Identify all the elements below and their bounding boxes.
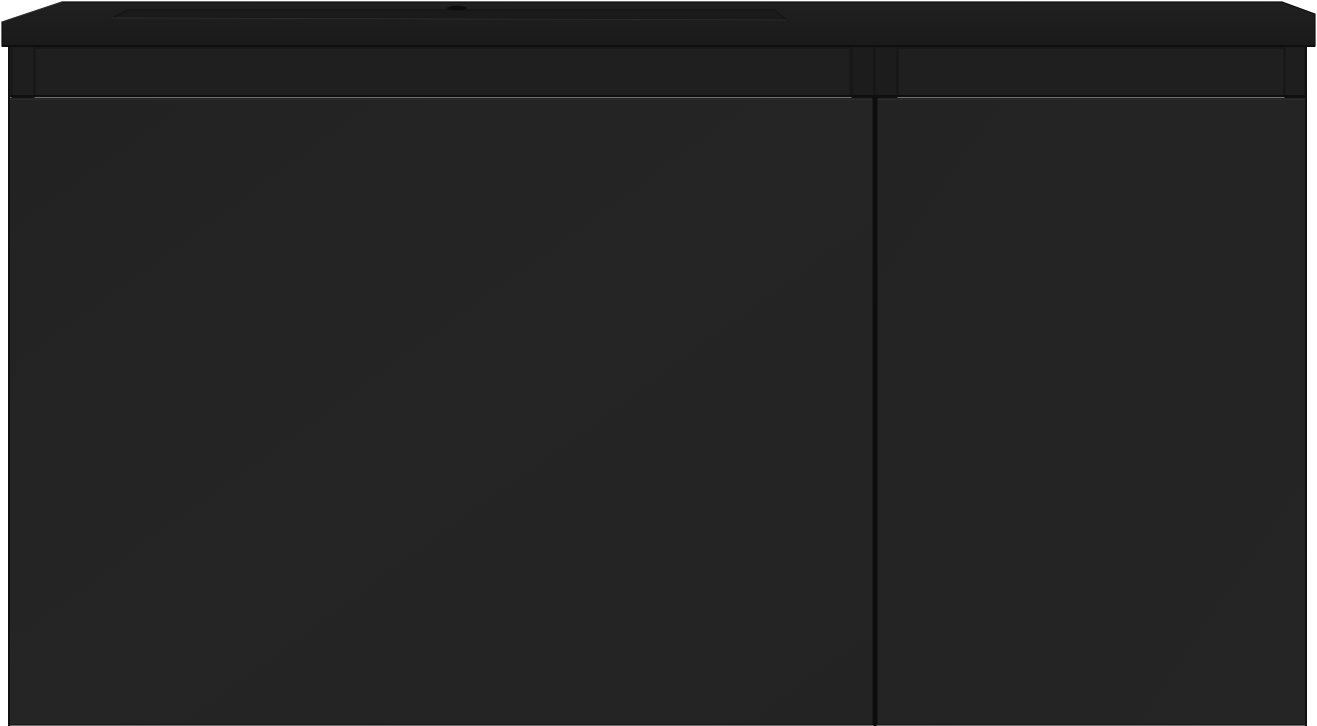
left-door [8, 97, 874, 726]
countertop [1, 1, 1316, 47]
drain-hole [447, 5, 467, 11]
vanity-illustration [1, 1, 1316, 726]
top-rail [10, 46, 1306, 98]
basin [111, 9, 788, 21]
right-door [876, 97, 1307, 726]
vanity-scene [0, 0, 1317, 726]
